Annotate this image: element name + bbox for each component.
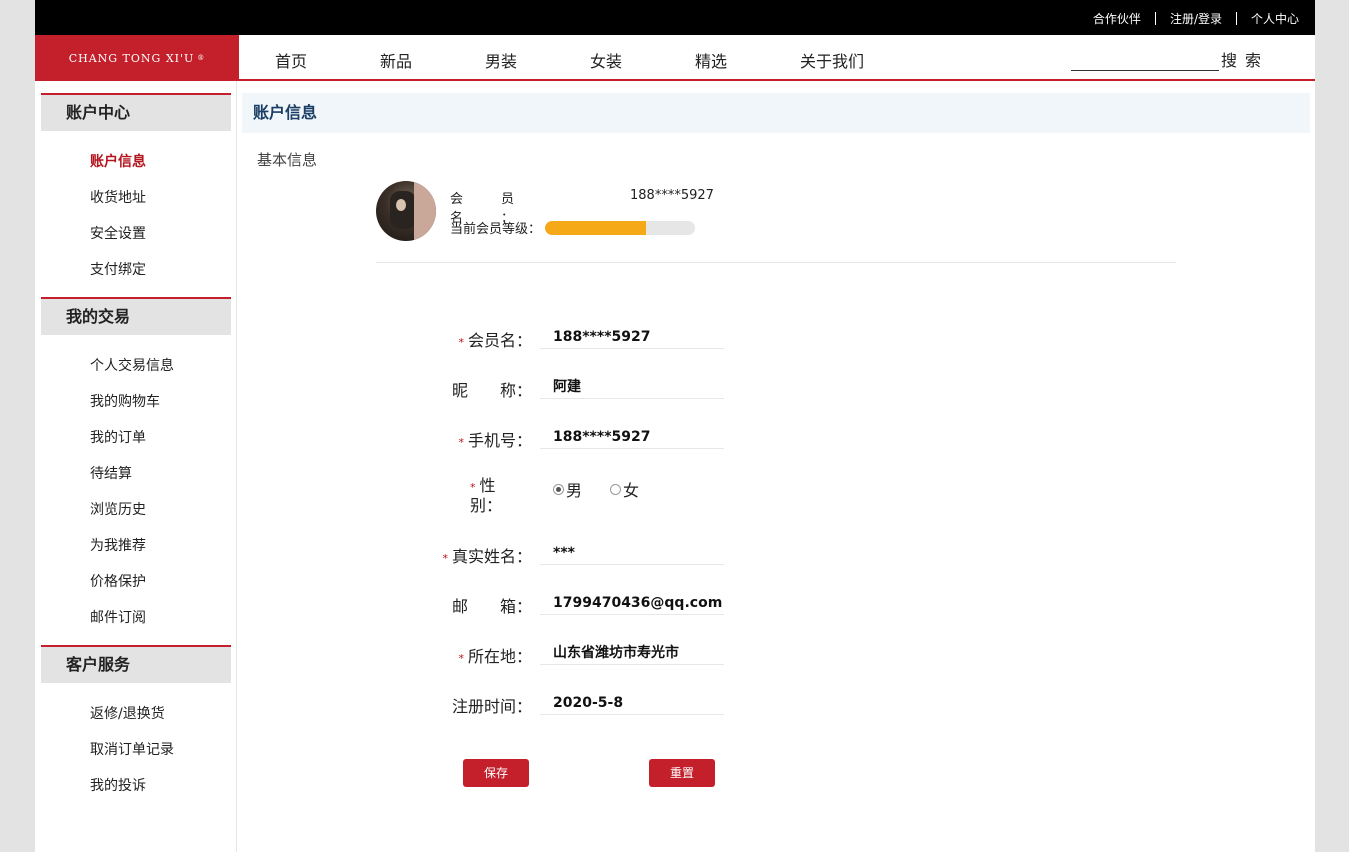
sidebar-section-service: 客户服务 xyxy=(41,645,231,683)
real-name-field[interactable]: *** xyxy=(540,543,724,565)
form-row-location: * 所在地： 山东省潍坊市寿光市 xyxy=(402,643,724,667)
sidebar-item-cart[interactable]: 我的购物车 xyxy=(90,391,160,411)
required-mark: * xyxy=(458,436,464,449)
form-row-member-name: * 会员名： 188****5927 xyxy=(402,327,724,351)
avatar[interactable] xyxy=(376,181,436,241)
sidebar: 账户中心 账户信息 收货地址 安全设置 支付绑定 我的交易 个人交易信息 我的购… xyxy=(35,81,237,852)
sidebar-item-security[interactable]: 安全设置 xyxy=(90,223,146,243)
save-button[interactable]: 保存 xyxy=(463,759,529,787)
member-name-field[interactable]: 188****5927 xyxy=(540,327,724,349)
member-level-line: 当前会员等级： xyxy=(450,218,696,237)
field-label: 注册时间： xyxy=(451,697,532,716)
basic-info-title: 基本信息 xyxy=(257,151,318,169)
sidebar-item-recommend[interactable]: 为我推荐 xyxy=(90,535,146,555)
top-links: 合作伙伴 注册/登录 个人中心 xyxy=(1093,10,1299,27)
register-login-link[interactable]: 注册/登录 xyxy=(1170,10,1222,27)
gender-male-radio[interactable]: 男 xyxy=(553,477,582,501)
sidebar-item-trade-info[interactable]: 个人交易信息 xyxy=(90,355,174,375)
divider xyxy=(1235,12,1237,25)
sidebar-item-payment-binding[interactable]: 支付绑定 xyxy=(90,259,146,279)
registered-mark: ® xyxy=(197,54,206,62)
location-field[interactable]: 山东省潍坊市寿光市 xyxy=(540,643,724,665)
field-label: 性 别： xyxy=(470,476,528,515)
field-label: 真实姓名： xyxy=(451,547,532,566)
form-row-email: 邮 箱： 1799470436@qq.com xyxy=(402,593,724,617)
required-mark: * xyxy=(470,481,476,494)
sidebar-item-price-protect[interactable]: 价格保护 xyxy=(90,571,146,591)
member-level-label: 当前会员等级： xyxy=(450,222,542,237)
field-label: 邮 箱： xyxy=(451,597,532,616)
nav-item-featured[interactable]: 精选 xyxy=(695,48,727,72)
form-row-nickname: 昵 称： 阿建 xyxy=(402,377,724,401)
form-row-real-name: * 真实姓名： *** xyxy=(402,543,724,567)
field-label: 昵 称： xyxy=(451,381,532,400)
sidebar-item-returns[interactable]: 返修/退换货 xyxy=(90,703,165,723)
nav-item-home[interactable]: 首页 xyxy=(275,48,307,72)
field-label: 手机号： xyxy=(467,431,532,450)
reset-button[interactable]: 重置 xyxy=(649,759,715,787)
form-row-phone: * 手机号： 188****5927 xyxy=(402,427,724,451)
phone-field[interactable]: 188****5927 xyxy=(540,427,724,449)
required-mark: * xyxy=(458,336,464,349)
nav-item-men[interactable]: 男装 xyxy=(485,48,517,72)
radio-label: 女 xyxy=(623,481,640,500)
logo[interactable]: CHANG TONG XI'U ® xyxy=(35,35,239,81)
nav-item-new[interactable]: 新品 xyxy=(380,48,412,72)
main-nav: CHANG TONG XI'U ® 首页 新品 男装 女装 精选 关于我们 搜索 xyxy=(35,35,1315,81)
register-time-field: 2020-5-8 xyxy=(540,693,724,715)
nav-item-women[interactable]: 女装 xyxy=(590,48,622,72)
field-label: 会员名： xyxy=(467,331,532,350)
radio-dot xyxy=(610,483,622,495)
top-bar: 合作伙伴 注册/登录 个人中心 xyxy=(35,0,1315,35)
sidebar-item-complaints[interactable]: 我的投诉 xyxy=(90,775,146,795)
sidebar-item-history[interactable]: 浏览历史 xyxy=(90,499,146,519)
required-mark: * xyxy=(442,552,448,565)
divider xyxy=(376,262,1176,263)
sidebar-item-orders[interactable]: 我的订单 xyxy=(90,427,146,447)
sidebar-section-account: 账户中心 xyxy=(41,93,231,131)
sidebar-item-shipping-address[interactable]: 收货地址 xyxy=(90,187,146,207)
sidebar-item-email-subscribe[interactable]: 邮件订阅 xyxy=(90,607,146,627)
search-box: 搜索 xyxy=(1071,47,1269,71)
radio-label: 男 xyxy=(566,481,583,500)
nickname-field[interactable]: 阿建 xyxy=(540,377,724,399)
email-field[interactable]: 1799470436@qq.com xyxy=(540,593,724,615)
form-row-gender: * 性 别： 男 女 xyxy=(402,477,702,517)
nav-item-about[interactable]: 关于我们 xyxy=(800,48,864,72)
sidebar-section-trades: 我的交易 xyxy=(41,297,231,335)
form-row-register-time: 注册时间： 2020-5-8 xyxy=(402,693,724,717)
sidebar-item-account-info[interactable]: 账户信息 xyxy=(90,151,146,171)
divider xyxy=(1154,12,1156,25)
personal-center-link[interactable]: 个人中心 xyxy=(1251,10,1299,27)
search-button[interactable]: 搜索 xyxy=(1221,47,1269,71)
member-level-bar xyxy=(545,220,696,235)
field-label: 所在地： xyxy=(467,647,532,666)
radio-dot xyxy=(553,483,564,495)
page: 合作伙伴 注册/登录 个人中心 CHANG TONG XI'U ® 首页 新品 男… xyxy=(35,0,1315,852)
gender-radio-group: 男 女 xyxy=(553,477,667,501)
sidebar-item-cancel-records[interactable]: 取消订单记录 xyxy=(90,739,174,759)
logo-text: CHANG TONG XI'U xyxy=(68,51,195,65)
search-input[interactable] xyxy=(1071,51,1219,71)
required-mark: * xyxy=(458,652,464,665)
page-title: 账户信息 xyxy=(242,93,1310,133)
sidebar-item-pending[interactable]: 待结算 xyxy=(90,463,132,483)
partner-link[interactable]: 合作伙伴 xyxy=(1093,10,1141,27)
gender-female-radio[interactable]: 女 xyxy=(610,477,639,501)
member-level-fill xyxy=(545,220,646,235)
